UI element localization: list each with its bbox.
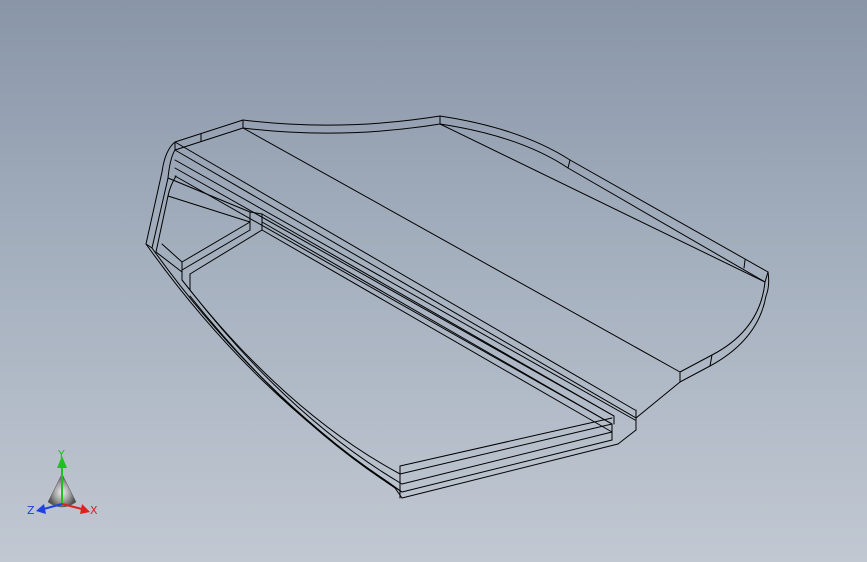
x-axis-arrow-icon [80, 504, 90, 514]
top-plane-edge-1 [174, 141, 636, 411]
z-axis-arrow-icon [36, 504, 46, 514]
z-axis-label: Z [27, 504, 35, 517]
orientation-triad: Y X Z [27, 448, 98, 517]
part-wireframe-model[interactable] [0, 0, 867, 562]
top-rim-inner [174, 123, 766, 283]
graphics-viewport[interactable]: Y X Z [0, 0, 867, 562]
y-axis-label: Y [57, 448, 65, 461]
x-axis-label: X [90, 504, 98, 517]
